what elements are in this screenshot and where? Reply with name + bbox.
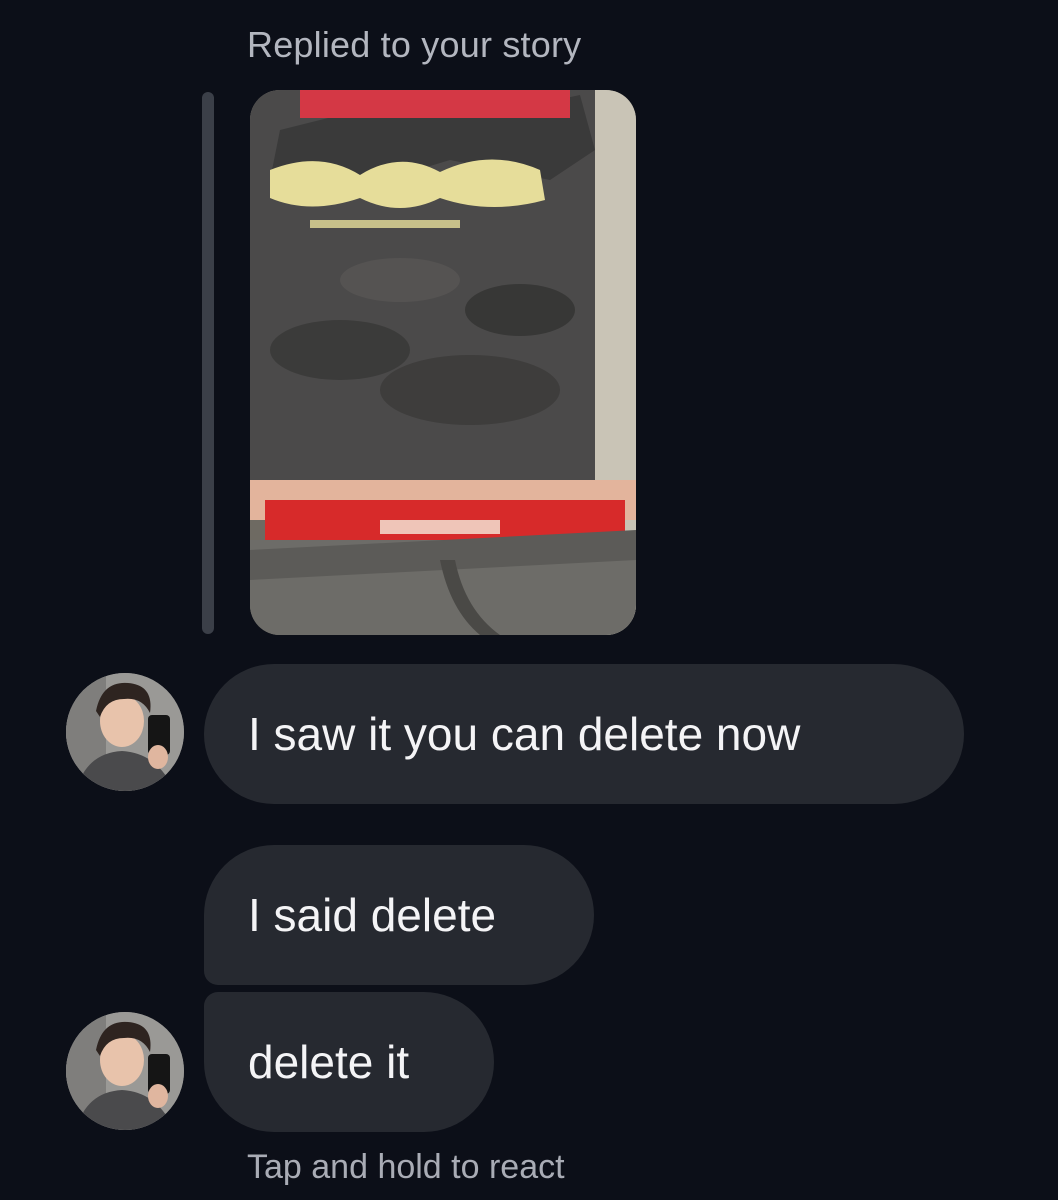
reply-quote-bar <box>202 92 214 634</box>
story-reply-label: Replied to your story <box>247 24 582 65</box>
react-hint: Tap and hold to react <box>247 1148 565 1186</box>
message-bubble[interactable]: I saw it you can delete now <box>204 664 964 804</box>
message-bubble[interactable]: delete it <box>204 992 494 1132</box>
profile-photo-icon <box>66 1012 184 1130</box>
story-photo-icon <box>250 90 636 635</box>
sender-avatar[interactable] <box>66 1012 184 1130</box>
message-text: I said delete <box>248 889 497 941</box>
message-text: delete it <box>248 1036 410 1088</box>
sender-avatar[interactable] <box>66 673 184 791</box>
profile-photo-icon <box>66 673 184 791</box>
message-text: I saw it you can delete now <box>248 708 801 760</box>
message-bubble[interactable]: I said delete <box>204 845 594 985</box>
story-thumbnail[interactable] <box>250 90 636 635</box>
